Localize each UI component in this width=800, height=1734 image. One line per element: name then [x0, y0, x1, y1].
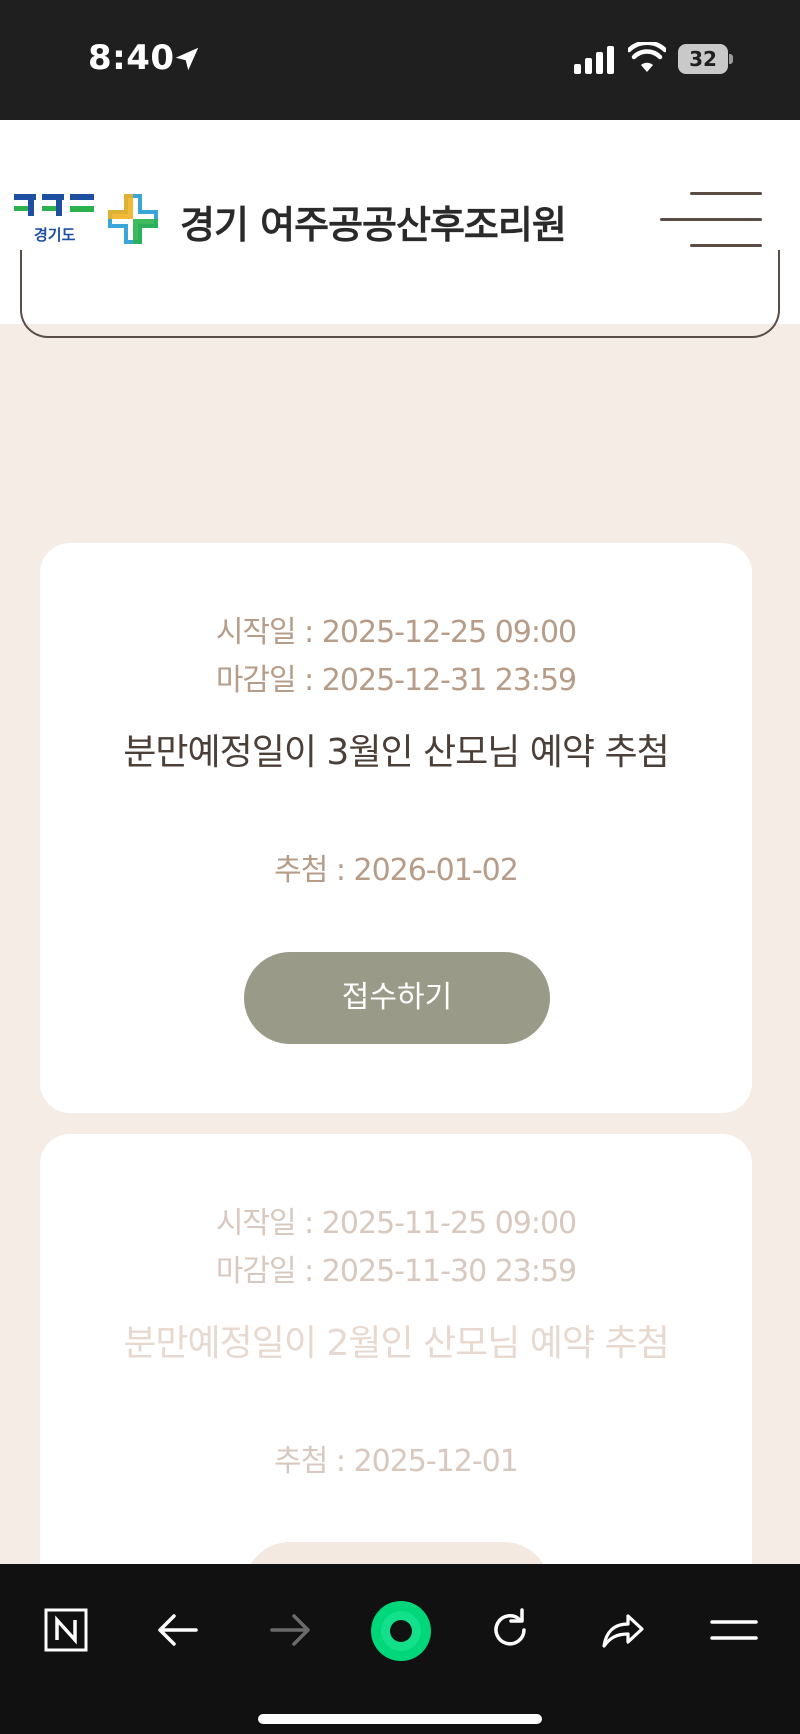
wifi-icon — [628, 42, 666, 72]
home-indicator — [258, 1714, 542, 1724]
battery-icon: 32 — [678, 44, 733, 74]
share-icon[interactable] — [592, 1600, 652, 1660]
hamburger-menu-icon[interactable] — [656, 188, 764, 252]
draw-date: 추첨 : 2026-01-02 — [274, 853, 519, 888]
battery-cap — [729, 54, 733, 64]
apply-button[interactable]: 접수하기 — [244, 952, 550, 1044]
draw-date: 추첨 : 2025-12-01 — [274, 1444, 519, 1479]
reservation-card-march: 시작일 : 2025-12-25 09:00 마감일 : 2025-12-31 … — [40, 543, 752, 1113]
previous-section-box-edge — [20, 250, 780, 338]
cellular-signal-icon — [574, 46, 614, 74]
menu-icon[interactable] — [704, 1600, 764, 1660]
location-arrow-icon — [175, 47, 199, 71]
naver-n-icon[interactable] — [36, 1600, 96, 1660]
card-title: 분만예정일이 3월인 산모님 예약 추첨 — [123, 732, 669, 773]
menu-line-bottom — [690, 244, 762, 247]
medical-cross-logo-icon[interactable] — [106, 192, 160, 246]
browser-toolbar — [0, 1564, 800, 1734]
reload-icon[interactable] — [480, 1600, 540, 1660]
card-title: 분만예정일이 2월인 산모님 예약 추첨 — [123, 1323, 669, 1364]
green-circle-home-icon[interactable] — [370, 1600, 432, 1662]
site-title[interactable]: 경기 여주공공산후조리원 — [180, 194, 567, 249]
menu-line-top — [690, 192, 762, 195]
start-date: 시작일 : 2025-11-25 09:00 — [215, 1206, 577, 1241]
status-bar: 8:40 32 — [0, 0, 800, 120]
end-date: 마감일 : 2025-11-30 23:59 — [215, 1254, 577, 1289]
gyeonggi-label: 경기도 — [34, 226, 76, 244]
menu-line-middle — [660, 218, 762, 221]
reservation-card-february: 시작일 : 2025-11-25 09:00 마감일 : 2025-11-30 … — [40, 1134, 752, 1634]
battery-level: 32 — [678, 44, 728, 74]
status-time: 8:40 — [88, 38, 175, 78]
start-date: 시작일 : 2025-12-25 09:00 — [215, 615, 577, 650]
forward-arrow-icon — [270, 1614, 310, 1646]
end-date: 마감일 : 2025-12-31 23:59 — [215, 663, 577, 698]
back-arrow-icon[interactable] — [148, 1600, 208, 1660]
